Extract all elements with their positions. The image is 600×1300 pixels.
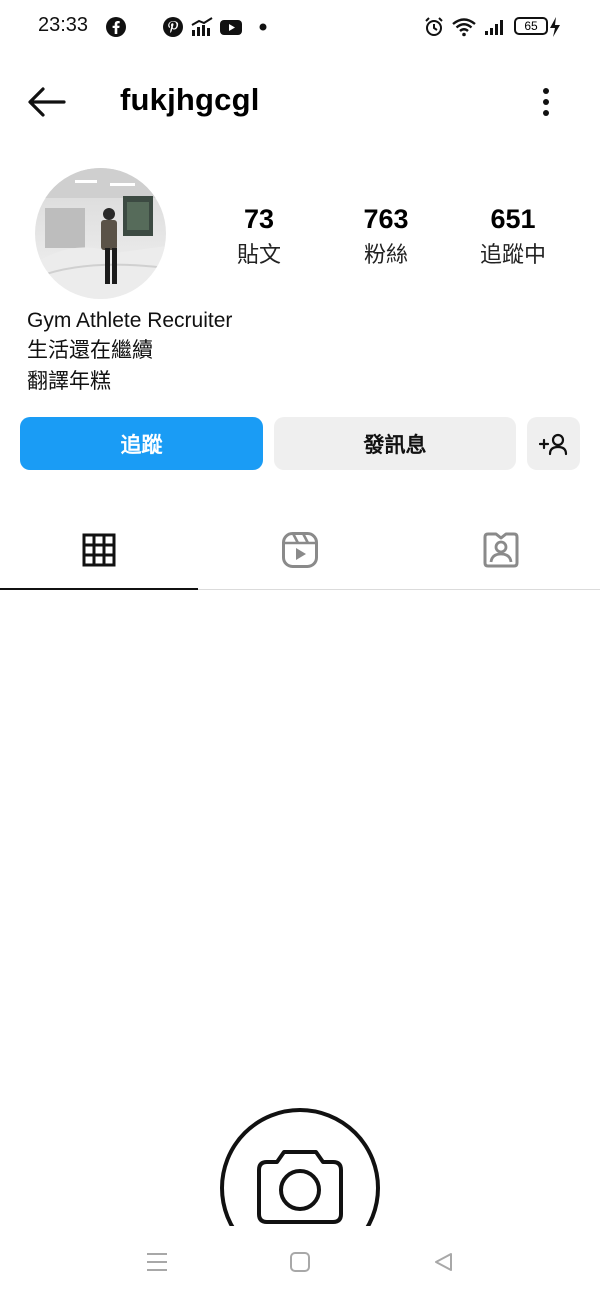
battery-level: 65	[524, 19, 538, 33]
tab-tagged[interactable]	[481, 528, 521, 572]
active-tab-indicator	[0, 588, 198, 590]
suggested-accounts-button[interactable]	[527, 417, 580, 470]
stat-following-label: 追蹤中	[479, 242, 546, 267]
stat-following-count: 651	[490, 204, 536, 234]
back-button[interactable]	[24, 80, 68, 124]
profile-username: fukjhgcgl	[120, 82, 260, 117]
battery-icon: 65	[514, 17, 548, 35]
stat-followers-label: 粉絲	[363, 242, 408, 267]
camera-icon	[255, 1148, 345, 1226]
status-time: 23:33	[38, 14, 89, 36]
facebook-icon	[103, 14, 129, 40]
wifi-icon	[451, 14, 477, 40]
stat-posts-label: 貼文	[236, 242, 281, 267]
bio-line-1: Gym Athlete Recruiter	[27, 309, 233, 332]
triangle-back-icon	[435, 1253, 452, 1271]
charging-icon	[547, 14, 563, 40]
stat-following[interactable]: 651 追蹤中	[458, 202, 568, 272]
reels-icon	[282, 532, 318, 568]
nav-back-button[interactable]	[423, 1244, 463, 1280]
signal-graph-icon	[189, 14, 215, 40]
nav-home-button[interactable]	[280, 1244, 320, 1280]
message-button[interactable]: 發訊息	[274, 417, 516, 470]
arrow-left-icon	[28, 87, 66, 117]
bio-line-3: 翻譯年糕	[27, 370, 111, 393]
cellular-icon	[481, 14, 507, 40]
follow-button[interactable]: 追蹤	[20, 417, 263, 470]
stat-posts[interactable]: 73 貼文	[204, 202, 314, 272]
tab-grid[interactable]	[79, 528, 119, 572]
youtube-icon	[218, 14, 244, 40]
more-options-button[interactable]	[530, 80, 562, 124]
bio-line-2: 生活還在繼續	[27, 339, 153, 362]
more-vertical-icon	[543, 88, 549, 116]
avatar[interactable]	[35, 168, 166, 299]
nav-recents-button[interactable]	[137, 1244, 177, 1280]
tab-reels[interactable]	[280, 528, 320, 572]
menu-icon	[147, 1253, 167, 1271]
pinterest-icon	[160, 14, 186, 40]
stat-posts-count: 73	[243, 204, 275, 234]
stat-followers[interactable]: 763 粉絲	[331, 202, 441, 272]
tagged-icon	[483, 532, 519, 568]
stat-followers-count: 763	[363, 204, 409, 234]
dot-icon	[250, 14, 276, 40]
add-person-icon	[538, 433, 567, 455]
avatar-photo	[35, 168, 166, 299]
square-icon	[290, 1252, 310, 1272]
alarm-icon	[421, 14, 447, 40]
grid-icon	[82, 533, 116, 567]
